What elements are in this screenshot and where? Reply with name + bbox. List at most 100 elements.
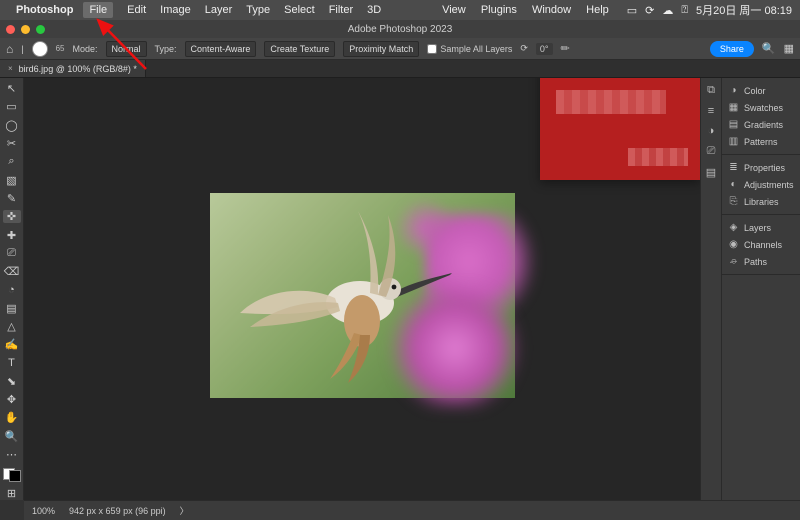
- clock: 5月20日 周一 08:19: [696, 2, 792, 18]
- popup-text-redacted: [628, 148, 688, 166]
- dock-icon[interactable]: ◑: [708, 125, 715, 137]
- healing-brush-tool[interactable]: ✜: [3, 210, 21, 223]
- type-tool[interactable]: T: [3, 356, 21, 369]
- panel-patterns[interactable]: ▥Patterns: [722, 133, 800, 150]
- dock-icon[interactable]: ≡: [708, 105, 714, 117]
- edit-toolbar[interactable]: ⋯: [3, 448, 21, 461]
- menu-image[interactable]: Image: [160, 4, 191, 16]
- foreground-background-swatch[interactable]: [3, 468, 21, 481]
- mac-status-icons: ▭ ⟳ ☁ ⍰ 5月20日 周一 08:19: [627, 2, 792, 18]
- notification-popup[interactable]: [540, 78, 700, 180]
- dodge-tool[interactable]: ✍: [3, 338, 21, 351]
- hand-tool[interactable]: ✋: [3, 411, 21, 424]
- mode-select[interactable]: Normal: [106, 41, 147, 57]
- zoom-window-icon[interactable]: [36, 25, 45, 34]
- panel-libraries[interactable]: ⎘Libraries: [722, 193, 800, 210]
- clone-stamp-tool[interactable]: ⎚: [3, 247, 21, 260]
- angle-value[interactable]: 0°: [536, 43, 553, 55]
- user-icon: ⍰: [681, 4, 688, 17]
- panel-label: Properties: [744, 163, 785, 173]
- panel-properties[interactable]: ≣ Properties: [722, 159, 800, 176]
- options-divider: |: [21, 44, 23, 54]
- screen-mode-tool[interactable]: ⊞: [3, 487, 21, 500]
- sample-all-layers-input[interactable]: [427, 44, 437, 54]
- sample-all-layers-checkbox[interactable]: Sample All Layers: [427, 44, 512, 54]
- blur-tool[interactable]: △: [3, 320, 21, 333]
- brush-size[interactable]: 65: [56, 44, 65, 53]
- panel-adjustments[interactable]: ◐Adjustments: [722, 176, 800, 193]
- lasso-tool[interactable]: ◯: [3, 119, 21, 132]
- status-chevron-icon[interactable]: 〉: [180, 504, 189, 517]
- brush-tool[interactable]: ✚: [3, 228, 21, 241]
- status-zoom[interactable]: 100%: [32, 506, 55, 516]
- window-title: Adobe Photoshop 2023: [348, 24, 453, 35]
- panel-label: Channels: [744, 240, 782, 250]
- panel-color[interactable]: ◑ Color: [722, 82, 800, 99]
- zoom-tool[interactable]: 🔍: [3, 430, 21, 443]
- menu-3d[interactable]: 3D: [367, 4, 381, 16]
- panel-label: Layers: [744, 223, 771, 233]
- patterns-icon: ▥: [728, 136, 739, 147]
- menu-window[interactable]: Window: [532, 4, 571, 16]
- menu-layer[interactable]: Layer: [205, 4, 233, 16]
- type-content-aware-button[interactable]: Content-Aware: [185, 41, 257, 57]
- path-select-tool[interactable]: ✥: [3, 393, 21, 406]
- close-window-icon[interactable]: [6, 25, 15, 34]
- close-tab-icon[interactable]: ×: [8, 64, 13, 73]
- document-tab-bar: × bird6.jpg @ 100% (RGB/8#) *: [0, 60, 800, 78]
- panel-gradients[interactable]: ▤Gradients: [722, 116, 800, 133]
- mode-label: Mode:: [73, 44, 98, 54]
- eraser-tool[interactable]: ◔: [3, 283, 21, 296]
- menu-type[interactable]: Type: [246, 4, 270, 16]
- menu-file[interactable]: File: [83, 2, 113, 18]
- panel-label: Color: [744, 86, 766, 96]
- dock-icon[interactable]: ⎚: [707, 145, 716, 158]
- panel-swatches[interactable]: ▦Swatches: [722, 99, 800, 116]
- pen-tool[interactable]: ⬊: [3, 375, 21, 388]
- marquee-tool[interactable]: ▭: [3, 100, 21, 113]
- menu-filter[interactable]: Filter: [329, 4, 353, 16]
- minimize-window-icon[interactable]: [21, 25, 30, 34]
- panel-paths[interactable]: ⌮Paths: [722, 253, 800, 270]
- color-icon: ◑: [728, 85, 739, 96]
- panel-label: Paths: [744, 257, 767, 267]
- move-tool[interactable]: ↖: [3, 82, 21, 95]
- type-proximity-match-button[interactable]: Proximity Match: [343, 41, 419, 57]
- object-select-tool[interactable]: ✂: [3, 137, 21, 150]
- gradients-icon: ▤: [728, 119, 739, 130]
- pressure-icon[interactable]: ✏: [561, 42, 570, 55]
- dock-icon[interactable]: ▤: [706, 166, 716, 179]
- gradient-tool[interactable]: ▤: [3, 302, 21, 315]
- search-icon[interactable]: 🔍: [762, 42, 776, 55]
- document-canvas[interactable]: [210, 193, 515, 398]
- panel-channels[interactable]: ◉ Channels: [722, 236, 800, 253]
- panel-layers[interactable]: ◈Layers: [722, 219, 800, 236]
- frame-tool[interactable]: ▧: [3, 173, 21, 186]
- channels-icon: ◉: [728, 239, 739, 250]
- type-create-texture-button[interactable]: Create Texture: [264, 41, 335, 57]
- document-tab[interactable]: × bird6.jpg @ 100% (RGB/8#) *: [0, 60, 146, 77]
- brush-preview[interactable]: [32, 41, 48, 57]
- canvas-area[interactable]: [24, 78, 700, 500]
- crop-tool[interactable]: ⌕: [3, 155, 21, 168]
- properties-icon: ≣: [728, 162, 739, 173]
- workspace-icon[interactable]: ▦: [784, 42, 794, 55]
- background-color[interactable]: [9, 470, 21, 482]
- eyedropper-tool[interactable]: ✎: [3, 192, 21, 205]
- share-button[interactable]: Share: [710, 41, 754, 57]
- menu-help[interactable]: Help: [586, 4, 609, 16]
- home-icon[interactable]: ⌂: [6, 42, 13, 56]
- menu-view[interactable]: View: [442, 4, 466, 16]
- status-dimensions[interactable]: 942 px x 659 px (96 ppi): [69, 506, 166, 516]
- history-brush-tool[interactable]: ⌫: [3, 265, 21, 278]
- angle-icon[interactable]: ⟳: [520, 43, 528, 54]
- menu-select[interactable]: Select: [284, 4, 315, 16]
- app-name[interactable]: Photoshop: [16, 4, 73, 16]
- menu-edit[interactable]: Edit: [127, 4, 146, 16]
- window-titlebar: Adobe Photoshop 2023: [0, 20, 800, 38]
- menu-plugins[interactable]: Plugins: [481, 4, 517, 16]
- document-tab-label: bird6.jpg @ 100% (RGB/8#) *: [19, 64, 137, 74]
- adjustments-icon: ◐: [728, 179, 739, 190]
- dock-icon[interactable]: ⧉: [707, 84, 715, 97]
- traffic-lights[interactable]: [6, 25, 45, 34]
